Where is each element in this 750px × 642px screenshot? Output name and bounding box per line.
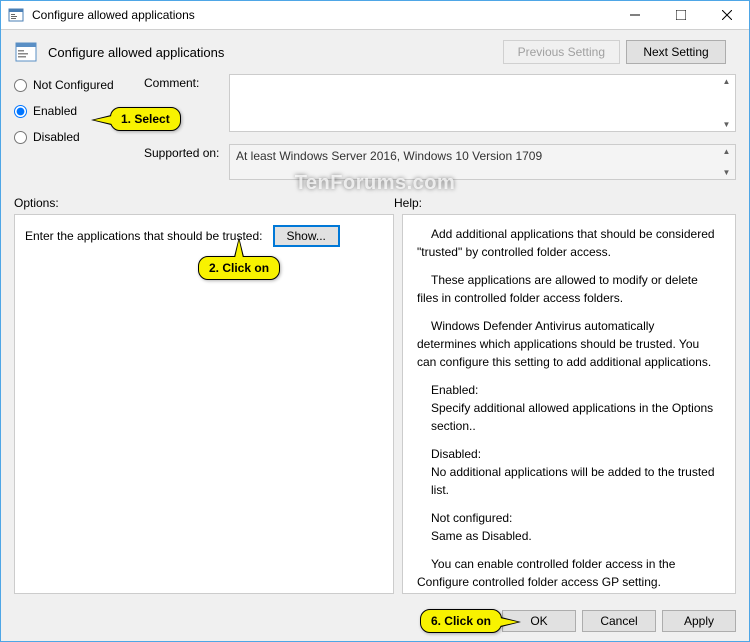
radio-enabled-label: Enabled <box>33 104 77 118</box>
titlebar: Configure allowed applications <box>0 0 750 30</box>
annotation-callout-6: 6. Click on <box>420 609 502 633</box>
radio-not-configured-label: Not Configured <box>33 78 114 92</box>
radio-not-configured-input[interactable] <box>14 79 27 92</box>
previous-setting-button[interactable]: Previous Setting <box>503 40 620 64</box>
window-controls <box>612 0 750 29</box>
help-text: Windows Defender Antivirus automatically… <box>417 317 715 371</box>
app-icon <box>8 7 24 23</box>
help-text: Enabled: <box>431 381 715 399</box>
comment-label: Comment: <box>144 74 229 90</box>
comment-textarea[interactable]: ▲ ▼ <box>229 74 736 132</box>
apply-button[interactable]: Apply <box>662 610 736 632</box>
help-text: No additional applications will be added… <box>431 463 715 499</box>
supported-on-label: Supported on: <box>144 144 229 160</box>
scroll-up-icon[interactable]: ▲ <box>718 75 735 88</box>
header-row: Configure allowed applications Previous … <box>0 30 750 74</box>
scroll-down-icon[interactable]: ▼ <box>718 118 735 131</box>
radio-disabled-label: Disabled <box>33 130 80 144</box>
annotation-callout-1: 1. Select <box>110 107 181 131</box>
minimize-button[interactable] <box>612 0 658 29</box>
radio-enabled-input[interactable] <box>14 105 27 118</box>
options-prompt: Enter the applications that should be tr… <box>25 229 263 243</box>
comment-scrollbar[interactable]: ▲ ▼ <box>718 75 735 131</box>
help-section-label: Help: <box>394 196 736 210</box>
annotation-callout-2: 2. Click on <box>198 256 280 280</box>
help-text: Specify additional allowed applications … <box>431 399 715 435</box>
show-button[interactable]: Show... <box>273 225 340 247</box>
supported-on-text: At least Windows Server 2016, Windows 10… <box>236 149 542 163</box>
radio-disabled[interactable]: Disabled <box>14 130 144 144</box>
help-text: Disabled: <box>431 445 715 463</box>
cancel-button[interactable]: Cancel <box>582 610 656 632</box>
options-section-label: Options: <box>14 196 394 210</box>
help-text: These applications are allowed to modify… <box>417 271 715 307</box>
radio-not-configured[interactable]: Not Configured <box>14 78 144 92</box>
close-button[interactable] <box>704 0 750 29</box>
help-pane: Add additional applications that should … <box>402 214 736 594</box>
help-text: You can enable controlled folder access … <box>417 555 715 591</box>
radio-disabled-input[interactable] <box>14 131 27 144</box>
page-title: Configure allowed applications <box>48 45 493 60</box>
help-text: Same as Disabled. <box>431 527 715 545</box>
help-text: Add additional applications that should … <box>417 225 715 261</box>
scroll-up-icon: ▲ <box>718 145 735 158</box>
next-setting-button[interactable]: Next Setting <box>626 40 726 64</box>
policy-icon <box>14 40 38 64</box>
supported-on-box: At least Windows Server 2016, Windows 10… <box>229 144 736 180</box>
maximize-button[interactable] <box>658 0 704 29</box>
dialog-button-bar: OK Cancel Apply <box>0 600 750 642</box>
help-text: Not configured: <box>431 509 715 527</box>
scroll-down-icon: ▼ <box>718 166 735 179</box>
window-title: Configure allowed applications <box>32 8 612 22</box>
supported-scrollbar: ▲ ▼ <box>718 145 735 179</box>
